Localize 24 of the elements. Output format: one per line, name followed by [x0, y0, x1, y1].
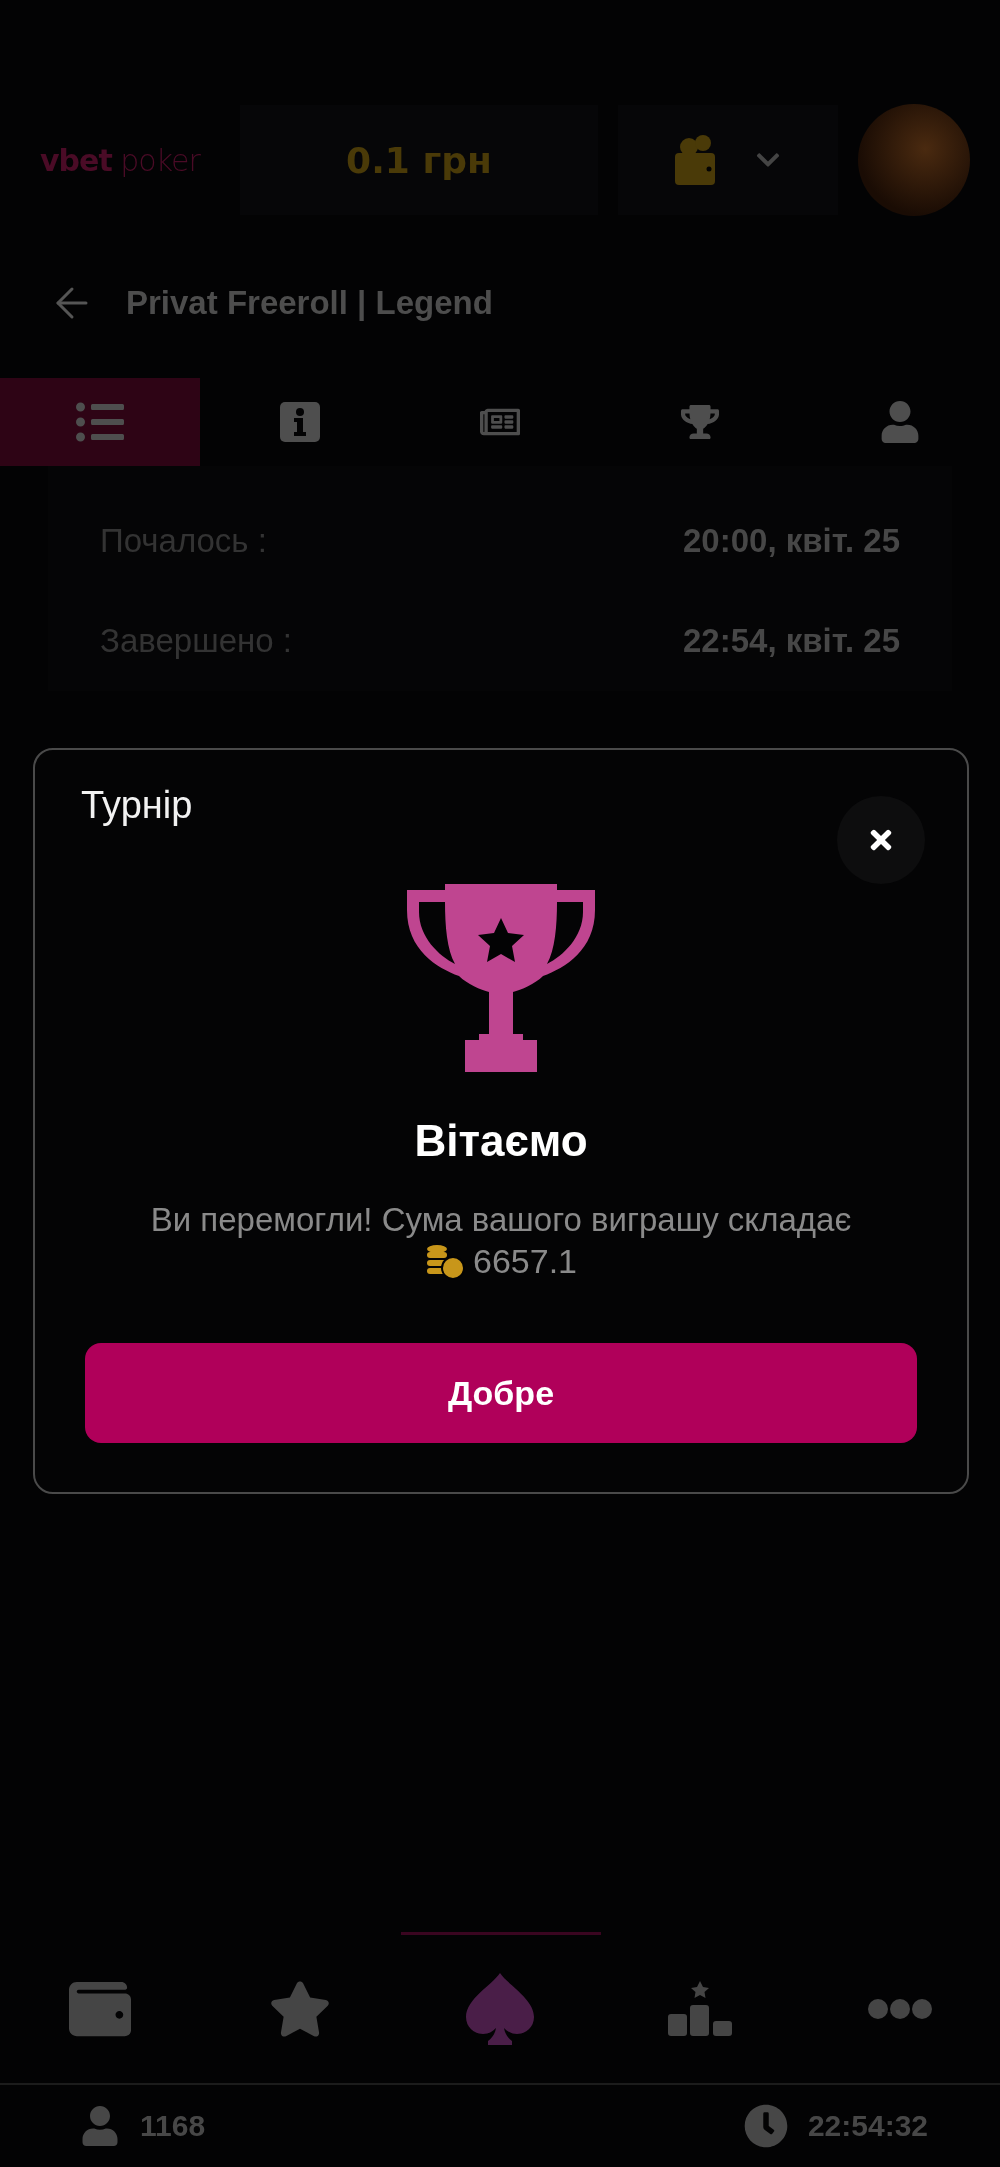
dialog-message: Ви перемогли! Сума вашого виграшу складає — [150, 1202, 852, 1239]
coins-icon — [425, 1243, 465, 1280]
prize-amount: 6657.1 — [473, 1242, 577, 1282]
info-icon — [280, 402, 320, 442]
clock-time: 22:54:32 — [807, 2109, 928, 2143]
dialog-heading: Вітаємо — [414, 1116, 588, 1166]
info-value: 20:00, квіт. 25 — [683, 522, 900, 560]
user-icon — [80, 2106, 120, 2146]
tab[interactable] — [0, 378, 200, 466]
info-value: 22:54, квіт. 25 — [683, 622, 900, 660]
dialog-title: Турнір — [81, 784, 193, 827]
clock-icon — [743, 2104, 788, 2148]
podium-icon — [668, 1981, 732, 2037]
page-title: Privat Freeroll | Legend — [126, 284, 493, 322]
wallet-dropdown[interactable] — [618, 105, 838, 215]
player-count: 1168 — [140, 2109, 206, 2143]
ok-button[interactable]: Добре — [85, 1343, 917, 1444]
user-icon — [879, 401, 921, 443]
balance: 0.1 грн — [346, 139, 492, 181]
trophy-icon — [407, 884, 595, 1072]
wallet-icon — [675, 135, 715, 185]
logo: vbet poker — [40, 142, 202, 178]
more-icon — [868, 1999, 932, 2019]
trophy-icon — [681, 403, 719, 441]
